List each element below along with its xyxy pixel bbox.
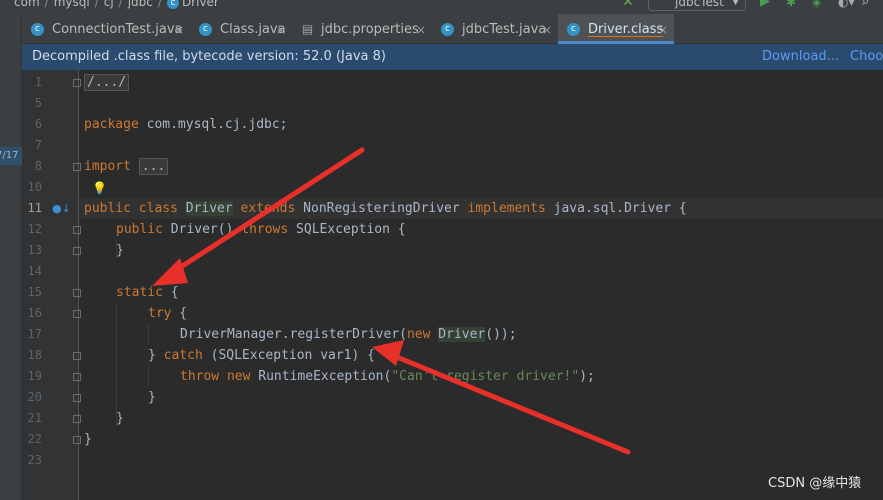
annotation-arrow-lower bbox=[372, 340, 631, 455]
annotation-arrows bbox=[152, 147, 631, 455]
watermark: CSDN @缘中猿 bbox=[768, 476, 862, 491]
annotation-arrow-upper bbox=[152, 147, 365, 286]
